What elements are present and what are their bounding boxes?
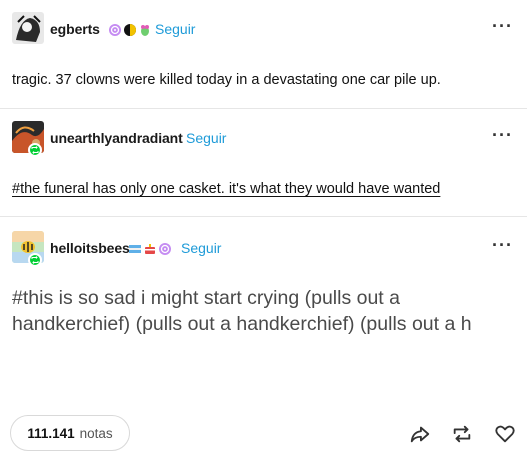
- reblog-badge-icon: [28, 253, 42, 267]
- post-body-text: tragic. 37 clowns were killed today in a…: [12, 72, 441, 88]
- badges: [108, 23, 152, 37]
- cake-badge-icon: [145, 244, 155, 254]
- username[interactable]: helloitsbees: [50, 240, 130, 256]
- bug-badge-icon: [141, 25, 149, 36]
- spiral-badge-icon: [109, 24, 121, 36]
- notes-count: 111.141: [27, 425, 75, 441]
- post-header-egberts: egberts Seguir ···: [0, 12, 527, 46]
- follow-button[interactable]: Seguir: [155, 21, 195, 37]
- username[interactable]: egberts: [50, 21, 100, 37]
- username[interactable]: unearthlyandradiant: [50, 130, 183, 146]
- more-options-icon[interactable]: ···: [492, 16, 513, 37]
- badges: [128, 242, 172, 256]
- divider: [0, 108, 527, 109]
- spiral-badge-icon: [159, 243, 171, 255]
- like-icon[interactable]: [493, 422, 517, 446]
- avatar[interactable]: [12, 12, 44, 44]
- reblog-icon[interactable]: [450, 422, 474, 446]
- half-moon-badge-icon: [124, 24, 136, 36]
- notes-label: notas: [79, 425, 113, 441]
- divider: [0, 216, 527, 217]
- notes-button[interactable]: 111.141 notas: [10, 415, 130, 451]
- more-options-icon[interactable]: ···: [492, 235, 513, 256]
- post-header-helloitsbees: helloitsbees Seguir ···: [0, 231, 527, 267]
- more-options-icon[interactable]: ···: [492, 125, 513, 146]
- flag-badge-icon: [129, 245, 141, 253]
- post-header-unearthlyandradiant: unearthlyandradiant Seguir ···: [0, 121, 527, 157]
- share-icon[interactable]: [408, 422, 432, 446]
- post-tag[interactable]: #the funeral has only one casket. it's w…: [12, 181, 440, 197]
- follow-button[interactable]: Seguir: [181, 240, 221, 256]
- post-tag[interactable]: #this is so sad i might start crying (pu…: [12, 285, 512, 337]
- follow-button[interactable]: Seguir: [186, 130, 226, 146]
- reblog-badge-icon: [28, 143, 42, 157]
